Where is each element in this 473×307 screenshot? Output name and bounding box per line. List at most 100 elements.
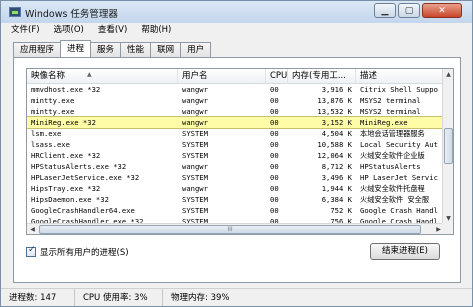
process-memory: 3,152 K bbox=[321, 118, 352, 127]
column-image-name-label: 映像名称 bbox=[31, 71, 66, 81]
process-rows: mmvdhost.exe *32 wangwr 00 3,916 K Citrix Sh… bbox=[27, 84, 445, 227]
table-row[interactable]: HipsDaemon.exe *32 SYSTEM 00 6,384 K 火绒安全软件 … bbox=[27, 194, 444, 205]
tab-strip: 应用程序 进程 服务 性能 联网 用户 bbox=[13, 40, 212, 57]
table-row[interactable]: HRClient.exe *32 SYSTEM 00 12,064 K 火绒安全软件企业… bbox=[27, 150, 444, 161]
process-image-name: HPStatusAlerts.exe *32 bbox=[31, 162, 127, 171]
minimize-button[interactable]: ▁ bbox=[374, 3, 396, 18]
tab-users[interactable]: 用户 bbox=[180, 42, 212, 57]
process-image-name: mintty.exe bbox=[31, 96, 75, 105]
show-all-users-option[interactable]: 显示所有用户的进程(S) bbox=[26, 245, 129, 258]
process-image-name: HRClient.exe *32 bbox=[31, 151, 101, 160]
menu-help[interactable]: 帮助(H) bbox=[141, 23, 171, 38]
process-memory: 4,504 K bbox=[321, 129, 352, 138]
process-user-name: wangwr bbox=[182, 107, 208, 116]
process-description: MiniReg.exe bbox=[360, 118, 408, 127]
process-description: 火绒安全软件企业版 bbox=[360, 151, 425, 160]
process-image-name: lsass.exe bbox=[31, 140, 70, 149]
horizontal-scrollbar[interactable]: ◀ III ▶ bbox=[27, 223, 444, 234]
table-row[interactable]: lsm.exe SYSTEM 00 4,504 K 本地会话管理器服务 bbox=[27, 128, 444, 139]
process-user-name: SYSTEM bbox=[182, 140, 208, 149]
column-user-name[interactable]: 用户名 bbox=[178, 69, 266, 84]
menu-bar: 文件(F) 选项(O) 查看(V) 帮助(H) bbox=[1, 23, 472, 38]
process-user-name: SYSTEM bbox=[182, 206, 208, 215]
table-row[interactable]: GoogleCrashHandler64.exe SYSTEM 00 752 K Goo… bbox=[27, 205, 444, 216]
process-user-name: wangwr bbox=[182, 184, 208, 193]
tab-processes[interactable]: 进程 bbox=[60, 40, 92, 57]
column-memory[interactable]: 内存(专用工... bbox=[288, 69, 356, 84]
process-user-name: SYSTEM bbox=[182, 195, 208, 204]
process-image-name: HPLaserJetService.exe *32 bbox=[31, 173, 140, 182]
maximize-button[interactable]: ▢ bbox=[398, 3, 420, 18]
process-memory: 8,712 K bbox=[321, 162, 352, 171]
process-description: MSYS2 terminal bbox=[360, 96, 421, 105]
scroll-up-icon[interactable]: ▲ bbox=[443, 69, 453, 80]
process-cpu: 00 bbox=[270, 184, 279, 193]
process-description: 本地会话管理器服务 bbox=[360, 129, 425, 138]
process-cpu: 00 bbox=[270, 118, 279, 127]
process-user-name: wangwr bbox=[182, 85, 208, 94]
process-image-name: HipsDaemon.exe *32 bbox=[31, 195, 109, 204]
table-row[interactable]: HPLaserJetService.exe *32 SYSTEM 00 3,496 K… bbox=[27, 172, 444, 183]
table-row[interactable]: mintty.exe wangwr 00 13,532 K MSYS2 terminal bbox=[27, 106, 444, 117]
process-cpu: 00 bbox=[270, 173, 279, 182]
task-manager-icon bbox=[9, 7, 21, 17]
column-description[interactable]: 描述 bbox=[356, 69, 444, 84]
column-image-name[interactable]: 映像名称 ▲ bbox=[27, 69, 178, 84]
tab-services[interactable]: 服务 bbox=[90, 42, 122, 57]
status-cpu-usage: CPU 使用率: 3% bbox=[75, 289, 163, 306]
process-image-name: mmvdhost.exe *32 bbox=[31, 85, 101, 94]
table-row[interactable]: mintty.exe wangwr 00 13,876 K MSYS2 terminal bbox=[27, 95, 444, 106]
process-image-name: MiniReg.exe *32 bbox=[31, 118, 96, 127]
end-process-button[interactable]: 结束进程(E) bbox=[370, 243, 440, 260]
process-image-name: GoogleCrashHandler64.exe bbox=[31, 206, 135, 215]
menu-view[interactable]: 查看(V) bbox=[98, 23, 127, 38]
process-list[interactable]: 映像名称 ▲ 用户名 CPU 内存(专用工... 描述 mmvdhost.exe… bbox=[26, 68, 454, 235]
process-user-name: SYSTEM bbox=[182, 151, 208, 160]
title-bar[interactable]: Windows 任务管理器 ▁ ▢ ✕ bbox=[1, 1, 472, 23]
process-description: Local Security Aut bbox=[360, 140, 438, 149]
process-user-name: SYSTEM bbox=[182, 173, 208, 182]
window-controls: ▁ ▢ ✕ bbox=[372, 3, 462, 19]
process-cpu: 00 bbox=[270, 85, 279, 94]
tab-networking[interactable]: 联网 bbox=[150, 42, 182, 57]
process-memory: 3,496 K bbox=[321, 173, 352, 182]
table-row[interactable]: mmvdhost.exe *32 wangwr 00 3,916 K Citrix Sh… bbox=[27, 84, 444, 95]
process-memory: 6,384 K bbox=[321, 195, 352, 204]
process-memory: 3,916 K bbox=[321, 85, 352, 94]
process-memory: 752 K bbox=[330, 206, 352, 215]
process-description: HPStatusAlerts bbox=[360, 162, 421, 171]
process-cpu: 00 bbox=[270, 162, 279, 171]
process-description: HP LaserJet Servic bbox=[360, 173, 438, 182]
window-title: Windows 任务管理器 bbox=[25, 9, 118, 20]
tab-performance[interactable]: 性能 bbox=[120, 42, 152, 57]
column-cpu[interactable]: CPU bbox=[266, 69, 288, 84]
table-row[interactable]: HPStatusAlerts.exe *32 wangwr 00 8,712 K HPS… bbox=[27, 161, 444, 172]
menu-options[interactable]: 选项(O) bbox=[54, 23, 84, 38]
process-description: 火绒安全软件托盘程 bbox=[360, 184, 425, 193]
show-all-users-checkbox[interactable] bbox=[26, 245, 36, 257]
process-memory: 12,064 K bbox=[317, 151, 352, 160]
menu-file[interactable]: 文件(F) bbox=[11, 23, 40, 38]
process-description: Citrix Shell Suppo bbox=[360, 85, 438, 94]
sort-caret-icon: ▲ bbox=[87, 71, 92, 78]
scroll-left-icon[interactable]: ◀ bbox=[27, 224, 38, 234]
process-memory: 10,588 K bbox=[317, 140, 352, 149]
scrollbar-corner bbox=[442, 223, 453, 234]
process-cpu: 00 bbox=[270, 206, 279, 215]
table-row[interactable]: HipsTray.exe *32 wangwr 00 1,944 K 火绒安全软件托盘程 bbox=[27, 183, 444, 194]
process-description: MSYS2 terminal bbox=[360, 107, 421, 116]
process-cpu: 00 bbox=[270, 129, 279, 138]
vertical-scroll-thumb[interactable] bbox=[444, 128, 453, 164]
process-description: Google Crash Handl bbox=[360, 206, 438, 215]
table-row[interactable]: lsass.exe SYSTEM 00 10,588 K Local Security … bbox=[27, 139, 444, 150]
vertical-scrollbar[interactable]: ▲ ▼ bbox=[442, 69, 453, 224]
close-button[interactable]: ✕ bbox=[422, 3, 462, 18]
process-memory: 13,876 K bbox=[317, 96, 352, 105]
horizontal-scroll-thumb[interactable]: III bbox=[39, 225, 421, 234]
table-row[interactable]: MiniReg.exe *32 wangwr 00 3,152 K MiniReg.ex… bbox=[27, 116, 445, 129]
status-process-count: 进程数: 147 bbox=[1, 289, 75, 306]
process-cpu: 00 bbox=[270, 195, 279, 204]
process-cpu: 00 bbox=[270, 151, 279, 160]
tab-applications[interactable]: 应用程序 bbox=[13, 42, 62, 57]
process-image-name: lsm.exe bbox=[31, 129, 62, 138]
